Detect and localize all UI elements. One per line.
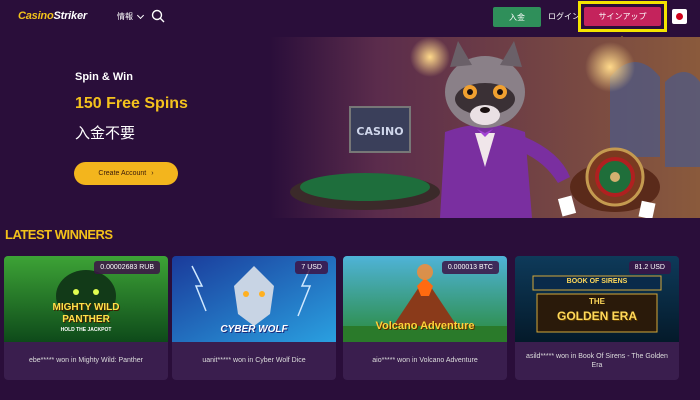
latest-winners-title: LATEST WINNERS <box>5 227 113 242</box>
win-amount-badge: 0.000013 BTC <box>441 261 499 274</box>
chevron-right-icon: › <box>151 170 154 177</box>
hero-title: 150 Free Spins <box>75 95 188 112</box>
game-logo-line3: HOLD THE JACKPOT <box>60 327 112 333</box>
winner-caption: uanit***** won in Cyber Wolf Dice <box>202 357 306 365</box>
signup-highlight-box <box>578 1 667 32</box>
deposit-button[interactable]: 入金 <box>493 7 541 27</box>
winner-card[interactable]: BOOK OF SIRENS THE GOLDEN ERA 81.2 USD a… <box>515 256 679 380</box>
game-logo-line1: BOOK OF SIRENS <box>566 278 628 285</box>
winner-caption: ebe***** won in Mighty Wild: Panther <box>28 357 143 365</box>
win-amount-badge: 0.00002683 RUB <box>94 261 160 274</box>
winner-card[interactable]: MIGHTY WILD PANTHER HOLD THE JACKPOT 0.0… <box>4 256 168 380</box>
raccoon-casino-illustration: CASINO <box>270 37 700 218</box>
login-button[interactable]: ログイン <box>548 11 580 22</box>
win-amount-badge: 81.2 USD <box>628 261 671 274</box>
casino-sign-text: CASINO <box>356 125 403 138</box>
chevron-down-icon <box>136 11 145 19</box>
win-amount-badge: 7 USD <box>295 261 328 274</box>
logo-text-striker: Striker <box>53 10 87 22</box>
game-logo-line3: GOLDEN ERA <box>556 309 637 323</box>
game-logo-line1: MIGHTY WILD <box>52 302 120 313</box>
create-account-button[interactable]: Create Account › <box>74 162 178 185</box>
info-menu[interactable]: 情報 <box>117 11 145 22</box>
winner-caption: asild***** won in Book Of Sirens - The G… <box>526 352 668 369</box>
hero-subtitle: Spin & Win <box>75 71 133 83</box>
winner-caption: aio***** won in Volcano Adventure <box>372 357 478 365</box>
game-logo-line2: THE <box>589 297 605 306</box>
winner-card[interactable]: Volcano Adventure 0.000013 BTC aio***** … <box>343 256 507 380</box>
logo-text-casino: Casino <box>18 10 54 22</box>
hero-banner: CASINO Spin & Win 150 Free Spins 入金不要 Cr… <box>0 37 700 218</box>
site-logo[interactable]: CasinoStriker <box>18 10 87 22</box>
game-logo-line1: CYBER WOLF <box>220 324 288 335</box>
winner-card[interactable]: CYBER WOLF 7 USD uanit***** won in Cyber… <box>172 256 336 380</box>
game-logo-line1: Volcano Adventure <box>375 320 475 332</box>
create-account-label: Create Account <box>98 170 147 177</box>
hero-tagline: 入金不要 <box>75 125 136 142</box>
search-icon[interactable] <box>151 9 165 23</box>
top-header: CasinoStriker 情報 入金 ログイン サインアップ <box>0 0 700 34</box>
game-logo-line2: PANTHER <box>62 314 110 325</box>
japan-flag-icon[interactable] <box>672 9 687 24</box>
info-menu-label: 情報 <box>117 12 133 21</box>
